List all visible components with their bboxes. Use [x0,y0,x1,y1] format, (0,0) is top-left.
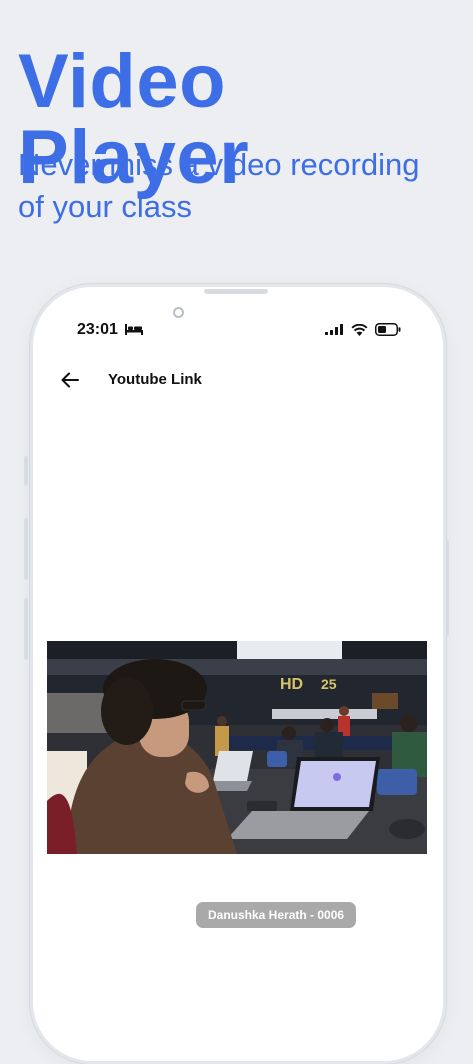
video-watermark: Danushka Herath - 0006 [196,902,357,928]
status-bar: 23:01 [33,287,443,347]
phone-side-button [24,598,28,660]
signal-icon [325,324,343,335]
bed-icon [125,324,143,335]
svg-text:HD: HD [280,676,303,693]
status-icons [325,323,401,336]
phone-frame: 23:01 Youtube Link HD 25 Danushka Herath… [30,284,446,1064]
app-bar: Youtube Link [33,357,443,403]
phone-side-button [24,518,28,580]
phone-side-button [24,456,28,486]
phone-speaker [204,289,268,294]
status-time: 23:01 [77,321,118,338]
promo-subtitle: Never miss a video recording of your cla… [18,147,420,224]
page-title: Youtube Link [108,371,202,388]
front-camera-icon [173,307,184,318]
back-button[interactable] [55,365,85,395]
wifi-icon [351,323,368,336]
battery-icon [375,323,401,336]
arrow-left-icon [61,372,79,388]
video-player[interactable]: HD 25 [47,641,427,854]
video-frame: HD 25 [47,641,427,854]
svg-text:25: 25 [321,676,337,692]
